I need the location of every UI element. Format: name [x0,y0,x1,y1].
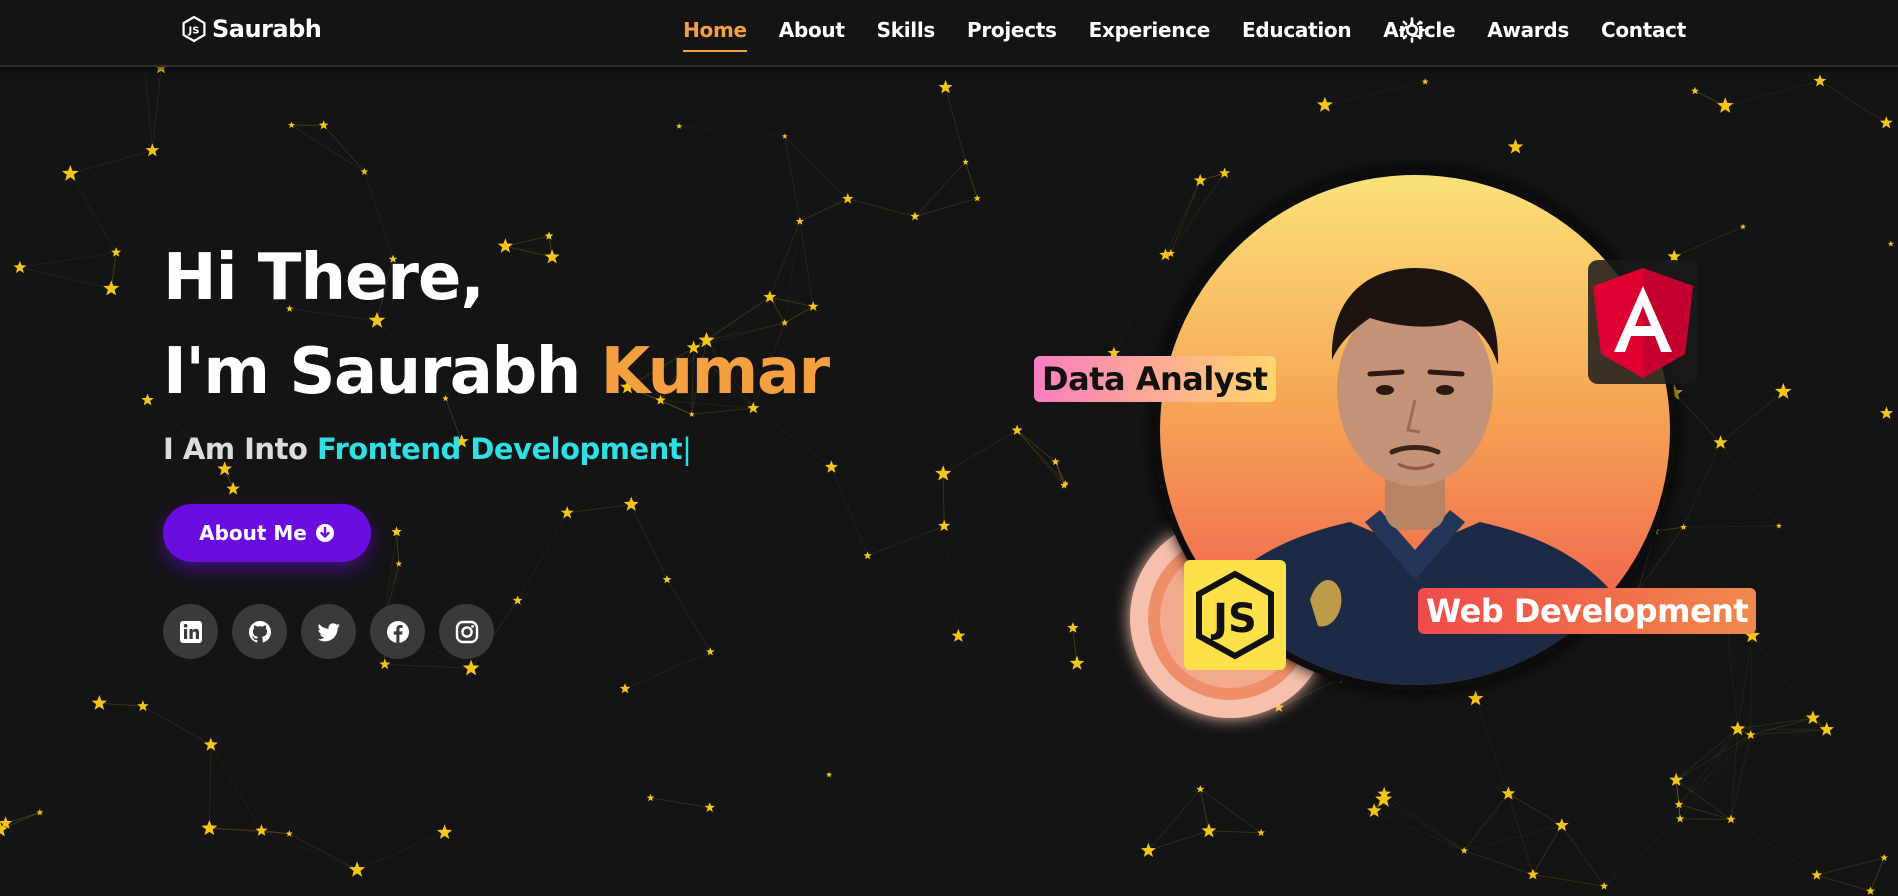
star-particle [1555,818,1569,832]
instagram-link[interactable] [439,604,494,659]
star-particle [437,824,453,839]
star-particle [1811,869,1823,880]
star-particle [1501,786,1516,800]
nodejs-logo: JS [1184,560,1286,670]
star-particle [91,695,108,710]
facebook-icon [386,620,409,643]
github-link[interactable] [232,604,287,659]
star-particle [826,771,833,778]
hero-greeting: Hi There, [163,241,485,315]
star-particle [201,819,218,836]
about-me-button[interactable]: About Me [163,504,371,562]
sun-icon[interactable] [1398,16,1426,44]
star-particle [318,120,329,130]
profile-illustration: JS Data Analyst Web Development [1020,160,1757,740]
nav-awards[interactable]: Awards [1487,18,1569,42]
star-particle [938,80,953,94]
nav-projects[interactable]: Projects [967,18,1057,42]
star-particle [951,628,966,642]
star-particle [1813,74,1827,87]
svg-text:JS: JS [188,26,200,37]
star-particle [619,683,631,694]
angular-logo [1588,260,1698,384]
star-particle [111,247,122,257]
js-hex-icon: JS [182,15,206,43]
star-particle [1726,814,1736,824]
star-particle [560,506,574,519]
hero-text: Hi There, I'm Saurabh Kumar I Am Into Fr… [163,240,830,466]
star-particle [1739,223,1746,230]
about-me-label: About Me [199,521,307,545]
brand-logo[interactable]: JS Saurabh [180,12,322,46]
star-particle [704,802,715,812]
svg-text:JS: JS [1210,596,1257,642]
linkedin-icon [179,620,202,643]
star-particle [962,158,969,165]
star-particle [61,164,79,181]
profile-art-svg: JS [1130,168,1698,718]
star-particle [1717,97,1734,113]
star-particle [512,595,523,605]
nav-skills[interactable]: Skills [877,18,936,42]
star-particle [1819,722,1834,736]
star-particle [1880,853,1888,861]
star-particle [1866,886,1875,895]
data-analyst-badge: Data Analyst [1034,356,1276,402]
hero-typed-text: Frontend Development [316,432,683,466]
star-particle [1880,406,1894,419]
star-particle [1201,823,1217,838]
star-particle [1691,86,1699,95]
twitter-icon [317,622,340,641]
nav-education[interactable]: Education [1242,18,1352,42]
star-particle [137,700,149,711]
star-particle [1257,828,1265,836]
star-particle [462,659,480,676]
linkedin-link[interactable] [163,604,218,659]
hero-name: I'm Saurabh Kumar [163,334,830,410]
star-particle [676,123,683,129]
web-development-badge: Web Development [1418,588,1757,634]
twitter-link[interactable] [301,604,356,659]
nav-home[interactable]: Home [683,18,747,52]
star-particle [623,496,639,511]
star-particle [1879,116,1893,129]
typing-cursor: | [682,432,692,466]
hero-name-prefix: I'm Saurabh [163,335,581,409]
star-particle [662,575,672,584]
social-links [163,604,494,659]
nav-contact[interactable]: Contact [1601,18,1686,42]
star-particle [1507,138,1524,154]
star-particle [1527,868,1539,880]
nav-about[interactable]: About [779,18,845,42]
hero-name-accent: Kumar [600,335,830,409]
star-particle [145,143,160,157]
star-particle [1316,96,1333,112]
hero-into-prefix: I Am Into [163,432,308,466]
star-particle [36,808,44,816]
page: JS Saurabh Home About Skills Projects Ex… [0,0,1898,896]
star-particle [706,647,715,656]
star-particle [349,861,366,877]
hero-typed-line: I Am Into Frontend Development| [163,432,829,466]
star-particle [379,658,391,670]
brand-name: Saurabh [212,15,322,43]
arrow-down-circle-icon [315,524,334,542]
navbar: JS Saurabh Home About Skills Projects Ex… [0,0,1898,67]
star-particle [973,194,981,202]
nav-experience[interactable]: Experience [1089,18,1211,42]
instagram-icon [455,620,478,643]
star-particle [13,260,27,274]
star-particle [646,793,655,802]
star-particle [103,280,120,296]
star-particle [1887,240,1894,247]
github-icon [248,620,271,642]
star-particle [255,824,268,836]
star-particle [938,519,951,532]
star-particle [226,481,240,495]
facebook-link[interactable] [370,604,425,659]
nav-links: Home About Skills Projects Experience Ed… [683,0,1686,60]
